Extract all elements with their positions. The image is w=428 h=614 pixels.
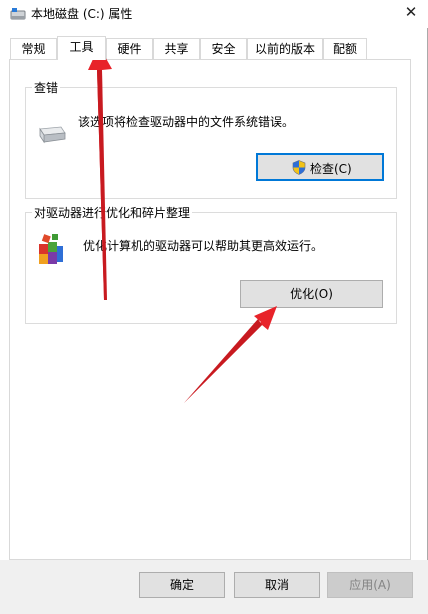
tab-tools[interactable]: 工具	[57, 36, 106, 60]
defrag-icon	[39, 234, 63, 264]
drive-icon	[39, 126, 66, 144]
close-button[interactable]: ✕	[394, 0, 428, 26]
tab-hardware[interactable]: 硬件	[106, 38, 153, 59]
ok-button[interactable]: 确定	[139, 572, 225, 598]
tab-previous-versions[interactable]: 以前的版本	[247, 38, 323, 59]
error-check-title: 查错	[32, 79, 61, 96]
cancel-button[interactable]: 取消	[234, 572, 320, 598]
drive-title-icon	[10, 8, 26, 20]
tab-sharing[interactable]: 共享	[153, 38, 200, 59]
tab-general[interactable]: 常规	[10, 38, 57, 59]
error-check-description: 该选项将检查驱动器中的文件系统错误。	[78, 115, 295, 129]
apply-button[interactable]: 应用(A)	[327, 572, 413, 598]
check-button-label: 检查(C)	[310, 162, 352, 176]
tab-security[interactable]: 安全	[200, 38, 247, 59]
optimize-title: 对驱动器进行优化和碎片整理	[32, 204, 193, 221]
error-check-group: 查错 该选项将检查驱动器中的文件系统错误。 检查(C)	[25, 79, 397, 199]
window-title: 本地磁盘 (C:) 属性	[31, 7, 133, 21]
optimize-group: 对驱动器进行优化和碎片整理 优化计算机的驱动器可以帮助其更高效运行。 优化(O)	[25, 204, 397, 324]
title-bar[interactable]: 本地磁盘 (C:) 属性 ✕	[0, 0, 428, 28]
uac-shield-icon	[292, 160, 306, 175]
optimize-button[interactable]: 优化(O)	[240, 280, 383, 308]
tab-quota[interactable]: 配额	[323, 38, 367, 59]
tools-tab-panel: 查错 该选项将检查驱动器中的文件系统错误。 检查(C) 对驱动器进行优化和碎片整…	[9, 59, 411, 560]
dialog-footer: 确定 取消 应用(A)	[0, 560, 428, 614]
check-button[interactable]: 检查(C)	[256, 153, 384, 181]
optimize-description: 优化计算机的驱动器可以帮助其更高效运行。	[83, 239, 324, 253]
tab-strip: 常规 工具 硬件 共享 安全 以前的版本 配额	[0, 36, 428, 60]
